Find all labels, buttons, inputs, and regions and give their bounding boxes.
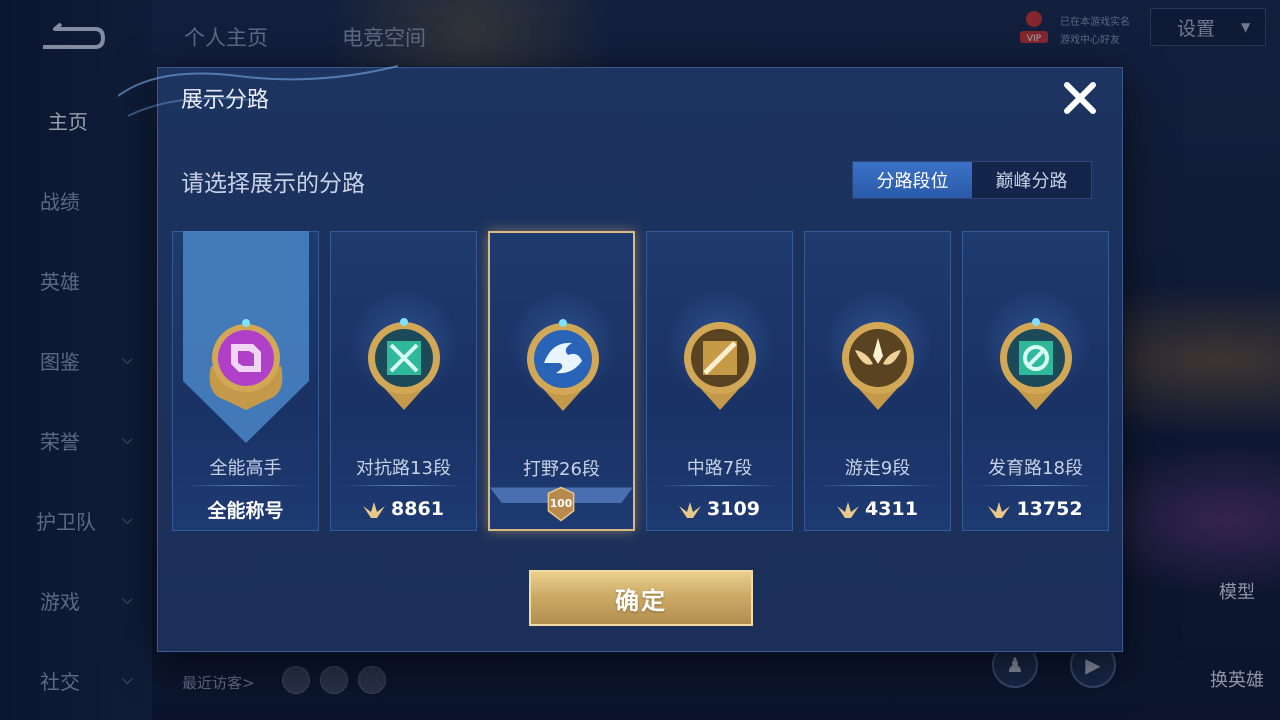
mid-lane-badge-icon: [684, 322, 756, 410]
modal-title: 展示分路: [181, 88, 270, 113]
route-points: 13752: [963, 494, 1108, 524]
points-icon: [363, 502, 386, 518]
route-name: 游走9段: [844, 458, 911, 479]
points-value: 4311: [865, 498, 918, 520]
modal-subtitle: 请选择展示的分路: [181, 171, 365, 197]
toggle-peak-route[interactable]: 巅峰分路: [972, 162, 1091, 198]
route-name: 对抗路13段: [356, 458, 451, 479]
route-name: 全能高手: [209, 458, 282, 479]
jungle-badge-icon: [527, 319, 599, 411]
route-display-modal: 展示分路 请选择展示的分路 分路段位 巅峰分路 全能高手 全能称号 对抗路13段…: [118, 65, 1123, 652]
points-value: 13752: [1016, 498, 1083, 520]
toggle-route-rank[interactable]: 分路段位: [853, 162, 972, 198]
points-icon: [837, 502, 860, 518]
route-card-list: 全能高手 全能称号 对抗路13段 8861 打野26段 100 中路7段 310…: [172, 231, 1112, 531]
route-card-clash-lane[interactable]: 对抗路13段 8861: [330, 231, 477, 531]
route-card-all-round[interactable]: 全能高手 全能称号: [172, 231, 319, 531]
points-icon: [988, 502, 1011, 518]
divider: [343, 485, 464, 486]
level-value: 100: [550, 497, 572, 510]
points-icon: [679, 502, 702, 518]
points-value: 3109: [707, 498, 760, 520]
route-points: 3109: [647, 494, 792, 524]
route-type-toggle: 分路段位 巅峰分路: [852, 161, 1092, 199]
level-ribbon-icon: 100: [490, 486, 633, 522]
roam-badge-icon: [842, 322, 914, 410]
route-card-roam[interactable]: 游走9段 4311: [804, 231, 951, 531]
route-card-jungle[interactable]: 打野26段 100: [488, 231, 635, 531]
title-label: 全能称号: [207, 499, 284, 522]
route-card-farm-lane[interactable]: 发育路18段 13752: [962, 231, 1109, 531]
route-points: 8861: [331, 494, 476, 524]
divider: [185, 485, 306, 486]
divider: [659, 485, 780, 486]
all-round-badge-icon: [209, 319, 283, 410]
route-card-mid-lane[interactable]: 中路7段 3109: [646, 231, 793, 531]
farm-lane-badge-icon: [1000, 318, 1072, 410]
divider: [975, 485, 1096, 486]
route-name: 中路7段: [686, 458, 753, 479]
confirm-button[interactable]: 确定: [529, 570, 753, 626]
route-footer: 全能称号: [173, 494, 318, 524]
route-name: 发育路18段: [988, 458, 1083, 479]
divider: [817, 485, 938, 486]
clash-lane-badge-icon: [368, 318, 440, 410]
close-icon[interactable]: [1062, 80, 1098, 116]
route-name: 打野26段: [523, 459, 600, 480]
points-value: 8861: [391, 498, 444, 520]
route-points: 4311: [805, 494, 950, 524]
